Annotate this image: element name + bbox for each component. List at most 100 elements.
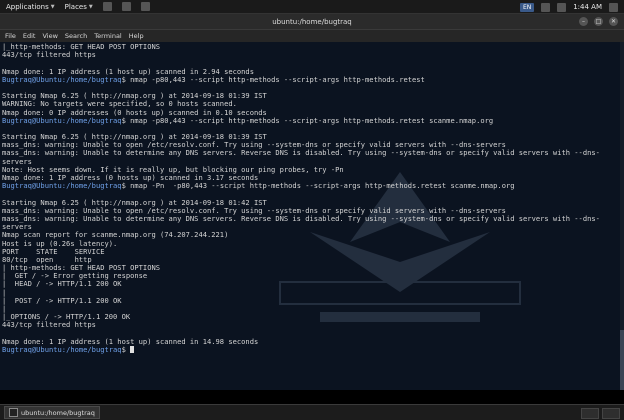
window-titlebar[interactable]: ubuntu:/home/bugtraq – □ ✕	[0, 14, 624, 30]
output-line: WARNING: No targets were specified, so 0…	[2, 100, 622, 108]
workspace-1[interactable]	[581, 408, 599, 419]
line-text: |_OPTIONS / -> HTTP/1.1 200 OK	[2, 313, 131, 322]
line-text: | HEAD / -> HTTP/1.1 200 OK	[2, 280, 122, 289]
line-text: Starting Nmap 6.25 ( http://nmap.org ) a…	[2, 198, 267, 207]
line-text: Nmap done: 0 IP addresses (0 hosts up) s…	[2, 108, 267, 117]
menu-edit[interactable]: Edit	[23, 32, 36, 40]
output-line: Note: Host seems down. If it is really u…	[2, 166, 622, 174]
workspace-2[interactable]	[602, 408, 620, 419]
applications-menu[interactable]: Applications ▼	[6, 3, 55, 11]
line-text: $ nmap -p80,443 --script http-methods --…	[121, 116, 494, 125]
prompt-user: Bugtraq@Ubuntu:	[2, 182, 67, 191]
power-icon[interactable]	[609, 2, 618, 12]
output-line: Host is up (0.26s latency).	[2, 240, 622, 248]
line-text: | POST / -> HTTP/1.1 200 OK	[2, 296, 122, 305]
menu-view[interactable]: View	[42, 32, 57, 40]
prompt-path: /home/bugtraq	[66, 75, 122, 84]
text-cursor	[130, 346, 135, 354]
output-line: mass_dns: warning: Unable to determine a…	[2, 149, 622, 157]
output-line: Starting Nmap 6.25 ( http://nmap.org ) a…	[2, 92, 622, 100]
menu-terminal[interactable]: Terminal	[94, 32, 121, 40]
line-text: |	[2, 288, 7, 297]
menu-search[interactable]: Search	[65, 32, 87, 40]
terminal-launcher-icon[interactable]	[121, 2, 131, 11]
output-line: 443/tcp filtered https	[2, 51, 622, 59]
network-icon[interactable]	[541, 2, 551, 12]
line-text: mass_dns: warning: Unable to open /etc/r…	[2, 206, 506, 215]
line-text: | http-methods: GET HEAD POST OPTIONS	[2, 264, 161, 273]
menu-help[interactable]: Help	[129, 32, 144, 40]
output-line: PORT STATE SERVICE	[2, 248, 622, 256]
line-text: 80/tcp open http	[2, 255, 92, 264]
line-text: 443/tcp filtered https	[2, 321, 96, 330]
prompt-line: Bugtraq@Ubuntu:/home/bugtraq$	[2, 346, 622, 354]
prompt-line: Bugtraq@Ubuntu:/home/bugtraq$ nmap -Pn -…	[2, 182, 622, 190]
taskbar-window-label: ubuntu:/home/bugtraq	[21, 408, 95, 417]
workspace-switcher	[581, 408, 620, 419]
top-panel-menu: Applications ▼ Places ▼	[0, 2, 150, 11]
top-panel-tray: EN 1:44 AM	[519, 0, 618, 14]
output-line: mass_dns: warning: Unable to determine a…	[2, 215, 622, 223]
terminal-scrollbar[interactable]	[620, 42, 624, 390]
line-text: $ nmap -Pn -p80,443 --script http-method…	[121, 182, 515, 191]
clock[interactable]: 1:44 AM	[573, 3, 602, 11]
line-text: Host is up (0.26s latency).	[2, 239, 118, 248]
prompt-line: Bugtraq@Ubuntu:/home/bugtraq$ nmap -p80,…	[2, 76, 622, 84]
output-line: servers	[2, 223, 622, 231]
line-text: 443/tcp filtered https	[2, 51, 96, 60]
line-text: PORT STATE SERVICE	[2, 247, 105, 256]
browser-launcher-icon[interactable]	[140, 2, 150, 11]
output-line: |_OPTIONS / -> HTTP/1.1 200 OK	[2, 313, 622, 321]
menu-file[interactable]: File	[5, 32, 16, 40]
terminal-lines: |_http-methods: GET HEAD POST OPTIONS 443…	[2, 43, 622, 354]
output-line: 80/tcp open http	[2, 256, 622, 264]
applications-label: Applications	[6, 2, 49, 11]
output-line: Starting Nmap 6.25 ( http://nmap.org ) a…	[2, 133, 622, 141]
line-text: Nmap scan report for scanme.nmap.org (74…	[2, 231, 229, 240]
output-line: | http-methods: GET HEAD POST OPTIONS	[2, 264, 622, 272]
output-line: |_http-methods: GET HEAD POST OPTIONS	[2, 43, 622, 51]
output-line: Nmap done: 0 IP addresses (0 hosts up) s…	[2, 109, 622, 117]
bottom-taskbar: ubuntu:/home/bugtraq	[0, 404, 624, 420]
line-text: Nmap done: 1 IP address (0 hosts up) sca…	[2, 174, 259, 182]
output-line: | GET / -> Error getting response	[2, 272, 622, 280]
line-text: mass_dns: warning: Unable to determine a…	[2, 149, 600, 158]
keyboard-layout-badge[interactable]: EN	[519, 2, 535, 12]
output-line: Nmap done: 1 IP address (1 host up) scan…	[2, 68, 622, 76]
chevron-down-icon: ▼	[50, 3, 55, 10]
prompt-path: /home/bugtraq	[66, 182, 122, 191]
line-text: |	[2, 305, 7, 313]
scrollbar-thumb[interactable]	[620, 330, 624, 390]
output-line: Nmap done: 1 IP address (1 host up) scan…	[2, 338, 622, 346]
output-line: Starting Nmap 6.25 ( http://nmap.org ) a…	[2, 199, 622, 207]
output-line: |	[2, 289, 622, 297]
line-text: Nmap done: 1 IP address (1 host up) scan…	[2, 67, 254, 76]
output-line: Nmap done: 1 IP address (0 hosts up) sca…	[2, 174, 622, 182]
prompt-user: Bugtraq@Ubuntu:	[2, 345, 67, 354]
maximize-icon[interactable]: □	[594, 17, 603, 26]
minimize-icon[interactable]: –	[579, 17, 588, 26]
taskbar-window-button[interactable]: ubuntu:/home/bugtraq	[4, 406, 100, 419]
output-line: | HEAD / -> HTTP/1.1 200 OK	[2, 280, 622, 288]
line-text: WARNING: No targets were specified, so 0…	[2, 100, 237, 109]
line-text: Starting Nmap 6.25 ( http://nmap.org ) a…	[2, 92, 267, 101]
places-label: Places	[64, 2, 87, 11]
output-line: mass_dns: warning: Unable to open /etc/r…	[2, 141, 622, 149]
close-icon[interactable]: ✕	[609, 17, 618, 26]
line-text: $ nmap -p80,443 --script http-methods --…	[121, 75, 425, 84]
terminal-output[interactable]: |_http-methods: GET HEAD POST OPTIONS 443…	[0, 42, 624, 390]
window-title: ubuntu:/home/bugtraq	[272, 17, 352, 26]
folder-icon[interactable]	[102, 2, 112, 11]
output-line: Nmap scan report for scanme.nmap.org (74…	[2, 231, 622, 239]
output-line: | POST / -> HTTP/1.1 200 OK	[2, 297, 622, 305]
line-text: | GET / -> Error getting response	[2, 272, 148, 281]
prompt-path: /home/bugtraq	[66, 116, 122, 125]
line-text: Note: Host seems down. If it is really u…	[2, 165, 344, 174]
prompt-user: Bugtraq@Ubuntu:	[2, 75, 67, 84]
volume-icon[interactable]	[557, 2, 567, 12]
prompt-path: /home/bugtraq	[66, 345, 122, 354]
places-menu[interactable]: Places ▼	[65, 3, 93, 11]
